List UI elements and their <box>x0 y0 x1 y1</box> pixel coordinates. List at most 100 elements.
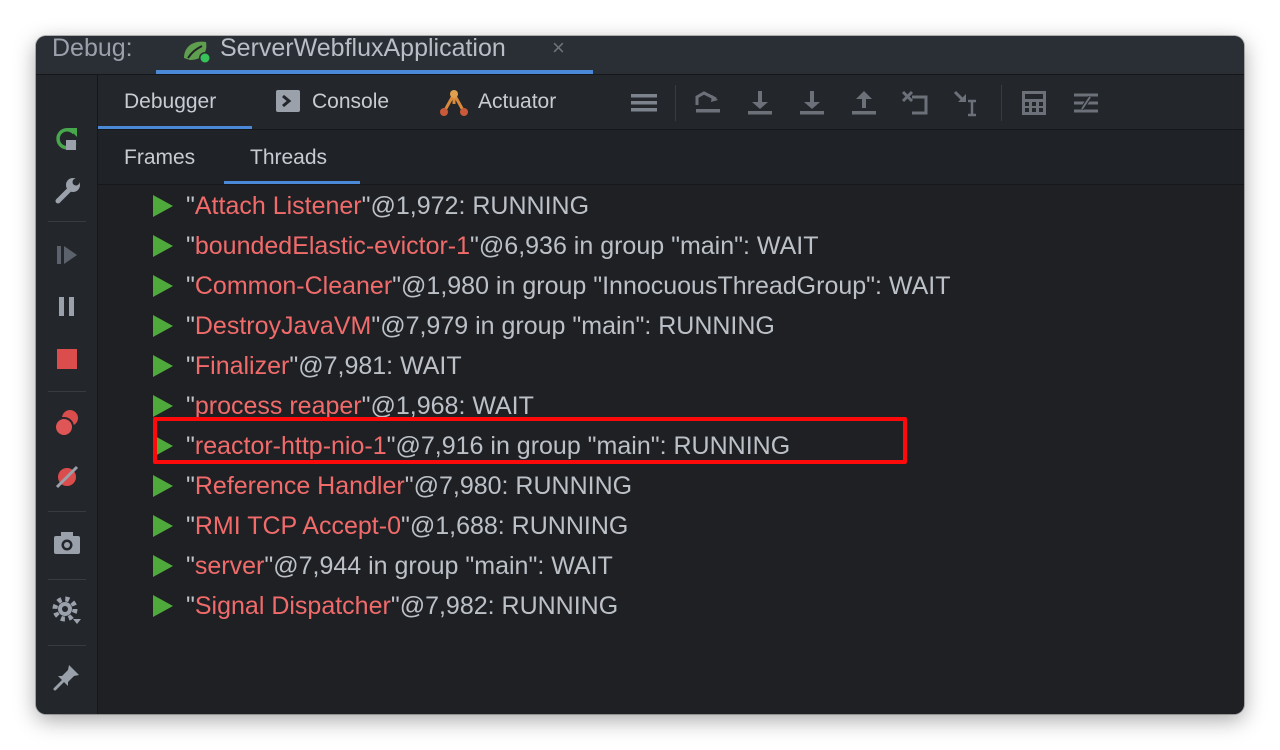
thread-row[interactable]: "Signal Dispatcher"@7,982: RUNNING <box>98 586 1244 626</box>
thread-row[interactable]: "Finalizer"@7,981: WAIT <box>98 346 1244 386</box>
thread-name: Reference Handler <box>194 472 405 500</box>
sidebar-separator <box>48 511 86 512</box>
thread-name: DestroyJavaVM <box>194 312 372 340</box>
console-icon <box>276 90 300 112</box>
thread-name: Finalizer <box>194 352 290 380</box>
thread-detail: @1,972: RUNNING <box>370 192 590 220</box>
thread-detail: @1,980 in group "InnocuousThreadGroup": … <box>401 272 951 300</box>
tab-actuator[interactable]: Actuator <box>438 75 586 129</box>
close-icon[interactable]: × <box>552 36 565 60</box>
play-icon <box>153 515 173 537</box>
thread-text: "reactor-http-nio-1"@7,916 in group "mai… <box>186 432 791 460</box>
play-icon <box>153 595 173 617</box>
thread-name: RMI TCP Accept-0 <box>194 512 401 540</box>
thread-detail: @1,688: RUNNING <box>409 512 629 540</box>
active-tab-indicator <box>224 181 360 184</box>
thread-row[interactable]: "process reaper"@1,968: WAIT <box>98 386 1244 426</box>
rerun-icon[interactable] <box>49 121 85 157</box>
thread-name: Attach Listener <box>194 192 362 220</box>
evaluate-expression-icon[interactable] <box>1018 87 1050 119</box>
thread-row[interactable]: "Reference Handler"@7,980: RUNNING <box>98 466 1244 506</box>
threads-list: "Attach Listener"@1,972: RUNNING "bounde… <box>98 185 1244 714</box>
debug-titlebar: Debug: ServerWebfluxApplication × <box>36 36 1244 75</box>
pause-icon[interactable] <box>49 289 85 325</box>
thread-row[interactable]: "Common-Cleaner"@1,980 in group "Innocuo… <box>98 266 1244 306</box>
thread-name: server <box>194 552 265 580</box>
thread-text: "DestroyJavaVM"@7,979 in group "main": R… <box>186 312 775 340</box>
tab-debugger[interactable]: Debugger <box>98 75 252 129</box>
tab-label: Console <box>312 90 390 113</box>
thread-detail: @7,944 in group "main": WAIT <box>273 552 613 580</box>
pin-icon[interactable] <box>49 659 85 695</box>
thread-detail: @6,936 in group "main": WAIT <box>478 232 819 260</box>
thread-text: "boundedElastic-evictor-1"@6,936 in grou… <box>186 232 819 260</box>
play-icon <box>153 355 173 377</box>
play-icon <box>153 275 173 297</box>
tab-console[interactable]: Console <box>276 75 416 129</box>
toolbar-separator <box>1001 85 1002 121</box>
thread-name: process reaper <box>194 392 362 420</box>
debug-tool-window: Debug: ServerWebfluxApplication × Debugg… <box>36 36 1244 714</box>
thread-text: "Signal Dispatcher"@7,982: RUNNING <box>186 592 619 620</box>
thread-text: "Reference Handler"@7,980: RUNNING <box>186 472 633 500</box>
thread-row[interactable]: "DestroyJavaVM"@7,979 in group "main": R… <box>98 306 1244 346</box>
thread-name: boundedElastic-evictor-1 <box>194 232 471 260</box>
thread-row[interactable]: "Attach Listener"@1,972: RUNNING <box>98 186 1244 226</box>
thread-detail: @7,916 in group "main": RUNNING <box>395 432 791 460</box>
actuator-icon <box>440 90 468 116</box>
settings-icon[interactable] <box>49 593 85 629</box>
step-over-icon[interactable] <box>744 87 776 119</box>
show-execution-point-icon[interactable] <box>692 87 724 119</box>
thread-text: "Finalizer"@7,981: WAIT <box>186 352 462 380</box>
thread-name: Common-Cleaner <box>194 272 393 300</box>
debug-sidebar <box>36 75 98 714</box>
run-configuration-tab[interactable]: ServerWebfluxApplication × <box>156 36 593 74</box>
thread-name: reactor-http-nio-1 <box>194 432 387 460</box>
view-breakpoints-icon[interactable] <box>49 405 85 441</box>
tab-threads[interactable]: Threads <box>224 130 360 184</box>
thread-text: "RMI TCP Accept-0"@1,688: RUNNING <box>186 512 629 540</box>
thread-name: Signal Dispatcher <box>194 592 391 620</box>
step-into-icon[interactable] <box>796 87 828 119</box>
spring-app-icon <box>184 41 211 64</box>
play-icon <box>153 235 173 257</box>
play-icon <box>153 475 173 497</box>
thread-text: "Common-Cleaner"@1,980 in group "Innocuo… <box>186 272 951 300</box>
tab-label: Frames <box>124 146 196 169</box>
debug-label: Debug: <box>52 36 133 62</box>
play-icon <box>153 555 173 577</box>
play-icon <box>153 195 173 217</box>
thread-row-highlighted[interactable]: "reactor-http-nio-1"@7,916 in group "mai… <box>98 426 1244 466</box>
thread-text: "server"@7,944 in group "main": WAIT <box>186 552 613 580</box>
sidebar-separator <box>48 221 86 222</box>
thread-detail: @7,981: WAIT <box>298 352 462 380</box>
stop-icon[interactable] <box>49 341 85 377</box>
thread-text: "Attach Listener"@1,972: RUNNING <box>186 192 590 220</box>
thread-row[interactable]: "server"@7,944 in group "main": WAIT <box>98 546 1244 586</box>
drop-frame-icon[interactable] <box>900 87 932 119</box>
wrench-icon[interactable] <box>49 173 85 209</box>
trace-settings-icon[interactable] <box>1070 87 1102 119</box>
run-tab-title: ServerWebfluxApplication <box>220 36 506 62</box>
mute-breakpoints-icon[interactable] <box>49 459 85 495</box>
camera-icon[interactable] <box>49 525 85 561</box>
active-tab-indicator <box>98 126 252 129</box>
tab-label: Debugger <box>124 90 217 113</box>
thread-text: "process reaper"@1,968: WAIT <box>186 392 534 420</box>
thread-detail: @7,979 in group "main": RUNNING <box>380 312 775 340</box>
resume-icon[interactable] <box>49 237 85 273</box>
run-to-cursor-icon[interactable] <box>952 87 984 119</box>
sidebar-separator <box>48 391 86 392</box>
thread-row[interactable]: "boundedElastic-evictor-1"@6,936 in grou… <box>98 226 1244 266</box>
menu-lines-icon[interactable] <box>628 87 660 119</box>
thread-detail: @7,982: RUNNING <box>399 592 619 620</box>
thread-row[interactable]: "RMI TCP Accept-0"@1,688: RUNNING <box>98 506 1244 546</box>
sidebar-separator <box>48 579 86 580</box>
thread-detail: @7,980: RUNNING <box>413 472 633 500</box>
tab-frames[interactable]: Frames <box>98 130 218 184</box>
play-icon <box>153 435 173 457</box>
step-out-icon[interactable] <box>848 87 880 119</box>
debugger-toolbar: Debugger Console Actuator <box>98 75 1244 130</box>
active-tab-indicator <box>156 70 593 74</box>
thread-detail: @1,968: WAIT <box>370 392 534 420</box>
